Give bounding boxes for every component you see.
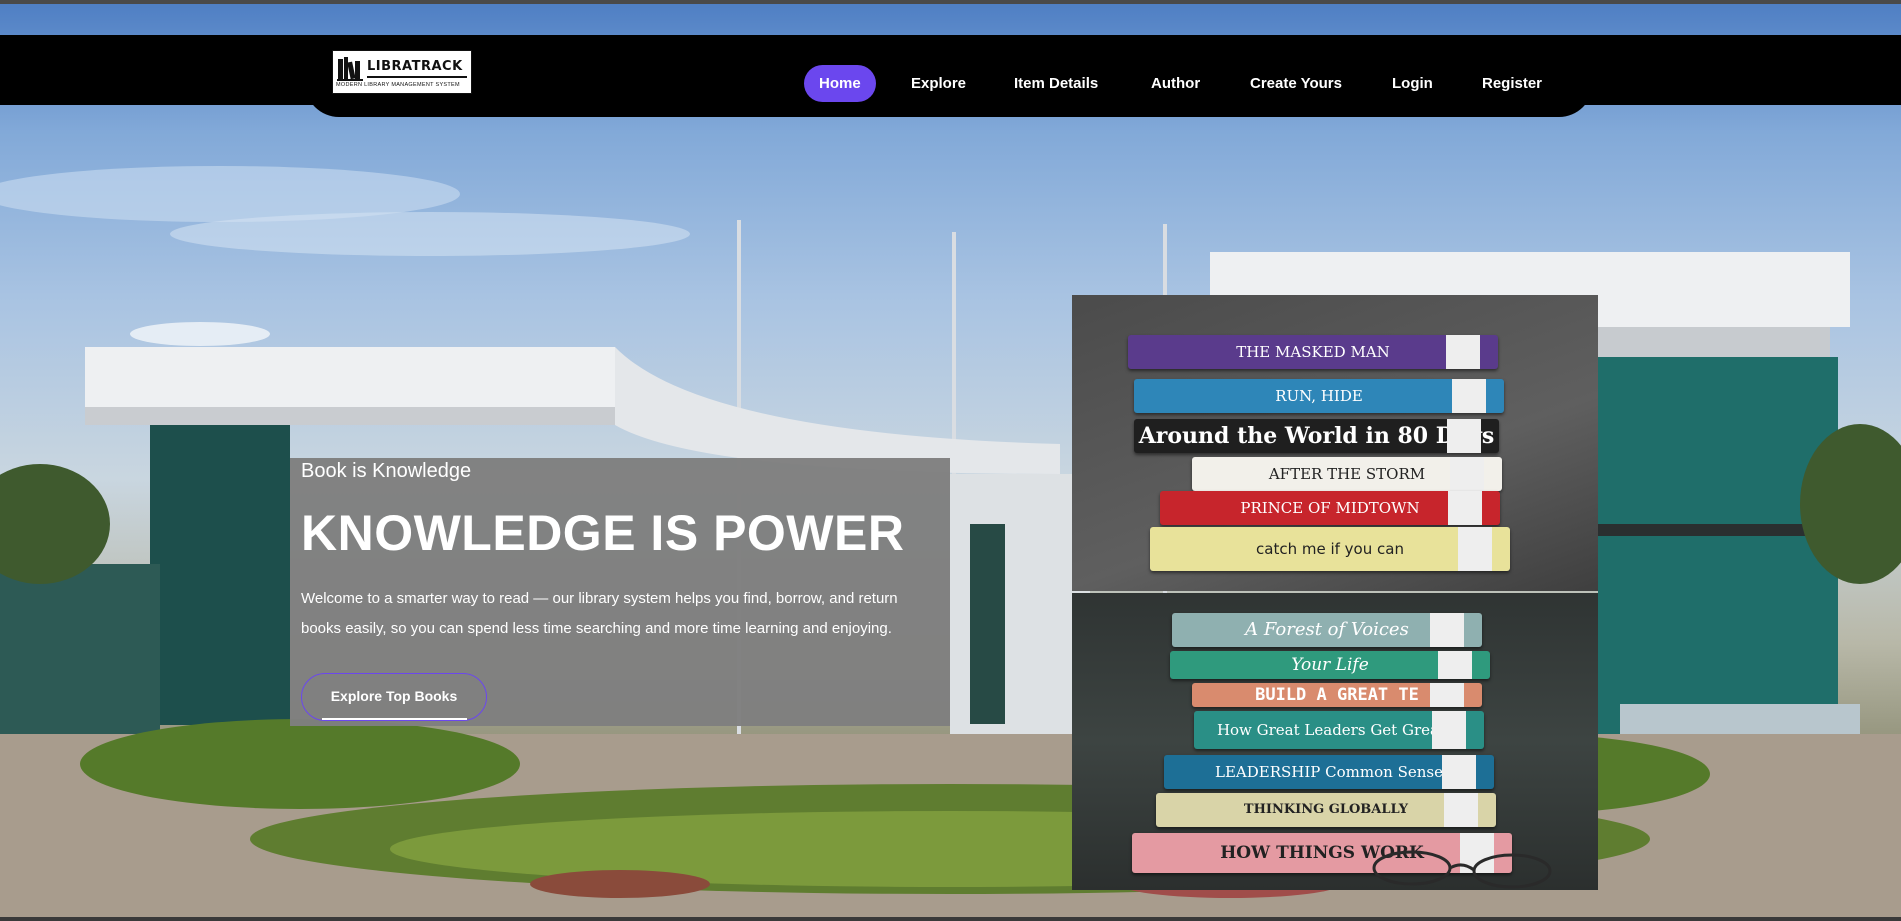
button-underline	[322, 718, 467, 720]
book-spine: THE MASKED MAN	[1128, 335, 1498, 369]
book-spine: RUN, HIDE	[1134, 379, 1504, 413]
logo-divider	[367, 76, 467, 78]
nav-item-create-yours[interactable]: Create Yours	[1250, 65, 1342, 102]
window-bottom-border	[0, 917, 1901, 921]
book-stack-photo-bottom: A Forest of Voices Your Life BUILD A GRE…	[1072, 593, 1598, 890]
call-number-label	[1447, 419, 1481, 453]
nav-item-item-details[interactable]: Item Details	[1014, 65, 1098, 102]
logo-tagline: MODERN LIBRARY MANAGEMENT SYSTEM	[336, 82, 460, 88]
call-number-label	[1448, 491, 1482, 525]
call-number-label	[1446, 335, 1480, 369]
campus-building-illustration	[0, 166, 1901, 917]
hero-text-panel: Book is Knowledge KNOWLEDGE IS POWER Wel…	[290, 458, 950, 726]
eyeglasses-icon	[1372, 850, 1552, 889]
book-spine: AFTER THE STORM	[1192, 457, 1502, 491]
hero-subtitle: Book is Knowledge	[301, 460, 472, 482]
book-stack-icon	[337, 57, 363, 81]
call-number-label	[1450, 457, 1484, 491]
explore-top-books-label: Explore Top Books	[330, 688, 458, 704]
nav-item-author[interactable]: Author	[1151, 65, 1200, 102]
book-spine: Around the World in 80 Days	[1134, 419, 1499, 453]
call-number-label	[1452, 379, 1486, 413]
book-title: PRINCE OF MIDTOWN	[1240, 499, 1420, 517]
hero-headline: KNOWLEDGE IS POWER	[301, 505, 905, 561]
nav-item-home[interactable]: Home	[804, 65, 876, 102]
book-title: catch me if you can	[1256, 540, 1404, 558]
explore-top-books-button[interactable]: Explore Top Books	[301, 673, 487, 721]
logo-name: LIBRATRACK	[367, 59, 463, 74]
nav-item-explore[interactable]: Explore	[911, 65, 966, 102]
hero-description: Welcome to a smarter way to read — our l…	[301, 590, 898, 637]
book-title: THE MASKED MAN	[1236, 343, 1390, 361]
book-stack-photo-top: THE MASKED MAN RUN, HIDE Around the Worl…	[1072, 295, 1598, 591]
hero-background-image	[0, 4, 1901, 917]
book-title: Around the World in 80 Days	[1138, 423, 1495, 449]
book-spine: catch me if you can	[1150, 527, 1510, 571]
libratrack-logo[interactable]: LIBRATRACK MODERN LIBRARY MANAGEMENT SYS…	[332, 50, 472, 94]
call-number-label	[1458, 527, 1492, 571]
book-title: RUN, HIDE	[1275, 387, 1363, 405]
book-spine: PRINCE OF MIDTOWN	[1160, 491, 1500, 525]
nav-item-register[interactable]: Register	[1482, 65, 1542, 102]
nav-item-login[interactable]: Login	[1392, 65, 1433, 102]
book-title: AFTER THE STORM	[1268, 465, 1426, 483]
